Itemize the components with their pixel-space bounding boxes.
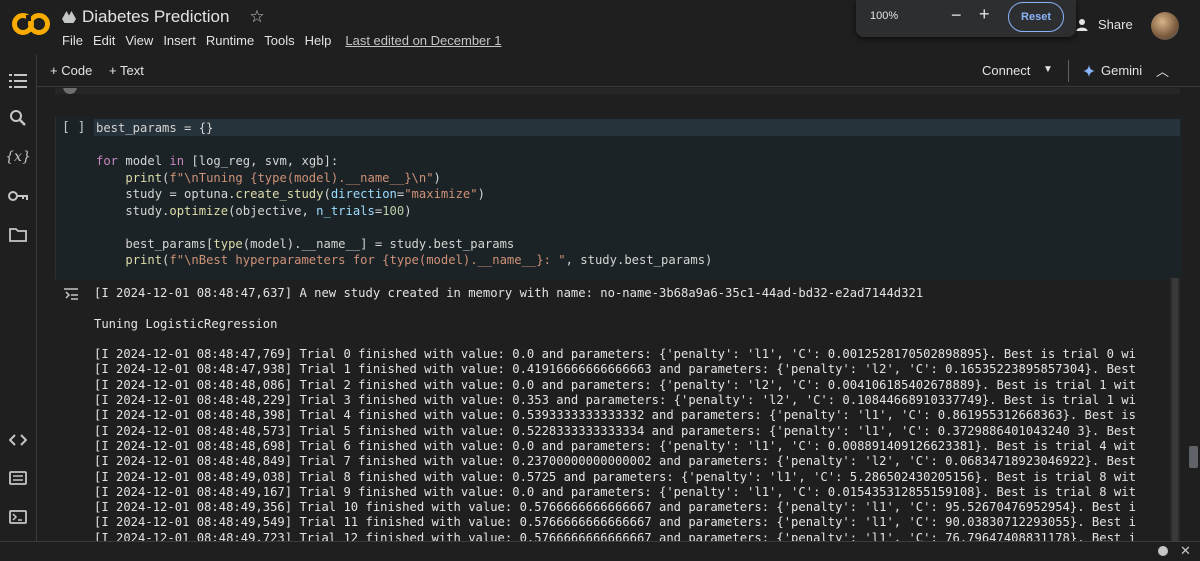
avatar[interactable] <box>1151 12 1179 40</box>
notebook-area: [ ] best_params = {} for model in [log_r… <box>37 88 1200 541</box>
output-line: [I 2024-12-01 08:48:49,167] Trial 9 fini… <box>94 484 1136 499</box>
connect-button[interactable]: Connect <box>982 63 1030 78</box>
chevron-up-icon[interactable]: ︿ <box>1156 61 1169 80</box>
output-line: [I 2024-12-01 08:48:48,086] Trial 2 fini… <box>94 377 1136 392</box>
previous-cell-edge <box>55 88 1180 94</box>
files-folder-icon[interactable] <box>8 225 28 245</box>
zoom-reset-button[interactable]: Reset <box>1008 2 1064 32</box>
add-text-button[interactable]: + Text <box>109 63 144 78</box>
share-button[interactable]: Share <box>1076 17 1133 32</box>
output-line: [I 2024-12-01 08:48:48,849] Trial 7 fini… <box>94 454 1136 469</box>
left-sidebar: {x} <box>0 55 36 561</box>
add-text-label: Text <box>119 63 144 78</box>
add-code-button[interactable]: + Code <box>50 63 92 78</box>
code-line[interactable]: best_params[type(model).__name__] = stud… <box>96 236 712 253</box>
code-snippets-icon[interactable] <box>8 430 28 450</box>
code-line[interactable] <box>96 137 712 154</box>
zoom-level: 100% <box>870 10 899 22</box>
output-line: [I 2024-12-01 08:48:49,038] Trial 8 fini… <box>94 469 1136 484</box>
menubar: File Edit View Insert Runtime Tools Help… <box>62 33 501 48</box>
search-icon[interactable] <box>8 108 28 128</box>
output-line: [I 2024-12-01 08:48:48,573] Trial 5 fini… <box>94 423 1136 438</box>
output-line: [I 2024-12-01 08:48:48,398] Trial 4 fini… <box>94 408 1136 423</box>
status-bar: ✕ <box>0 541 1200 561</box>
code-line[interactable] <box>96 219 712 236</box>
menu-help[interactable]: Help <box>305 33 332 48</box>
menu-edit[interactable]: Edit <box>93 33 115 48</box>
gemini-sparkle-icon <box>1083 64 1095 77</box>
command-palette-icon[interactable] <box>8 468 28 488</box>
plus-icon: + <box>50 63 62 78</box>
code-line[interactable]: best_params = {} <box>96 120 712 137</box>
output-line: [I 2024-12-01 08:48:48,229] Trial 3 fini… <box>94 393 1136 408</box>
output-line: [I 2024-12-01 08:48:49,549] Trial 11 fin… <box>94 515 1136 530</box>
code-line[interactable]: study.optimize(objective, n_trials=100) <box>96 203 712 220</box>
zoom-popup: 100% − + Reset <box>856 0 1076 37</box>
share-label: Share <box>1098 17 1133 32</box>
variables-icon[interactable]: {x} <box>5 147 31 167</box>
menu-view[interactable]: View <box>125 33 153 48</box>
table-of-contents-icon[interactable] <box>8 71 28 91</box>
code-editor[interactable]: best_params = {} for model in [log_reg, … <box>96 120 712 269</box>
zoom-in-button[interactable]: + <box>979 4 990 25</box>
toolbar-separator <box>1068 60 1069 82</box>
notebook-title[interactable]: Diabetes Prediction <box>82 7 229 27</box>
add-code-label: Code <box>61 63 93 78</box>
output-scrollbar[interactable] <box>1170 278 1180 541</box>
secrets-key-icon[interactable] <box>8 186 28 206</box>
notebook-scroll-thumb[interactable] <box>1189 446 1198 468</box>
output-actions-icon[interactable] <box>63 287 79 301</box>
code-line[interactable]: print(f"\nTuning {type(model).__name__}\… <box>96 170 712 187</box>
code-line[interactable]: for model in [log_reg, svm, xgb]: <box>96 153 712 170</box>
output-line: Tuning LogisticRegression <box>94 316 278 331</box>
code-line[interactable]: study = optuna.create_study(direction="m… <box>96 186 712 203</box>
gemini-button[interactable]: Gemini <box>1083 63 1142 78</box>
menu-runtime[interactable]: Runtime <box>206 33 254 48</box>
share-person-icon <box>1076 18 1088 31</box>
plus-icon: + <box>109 63 120 78</box>
output-line: [I 2024-12-01 08:48:48,698] Trial 6 fini… <box>94 438 1136 453</box>
last-edited-link[interactable]: Last edited on December 1 <box>345 33 501 48</box>
output-line: [I 2024-12-01 08:48:47,769] Trial 0 fini… <box>94 347 1136 362</box>
menu-tools[interactable]: Tools <box>264 33 294 48</box>
notebook-toolbar: + Code + Text Connect ▼ Gemini ︿ <box>37 55 1200 87</box>
cell-output: [I 2024-12-01 08:48:47,637] A new study … <box>94 286 1136 541</box>
output-line: [I 2024-12-01 08:48:49,356] Trial 10 fin… <box>94 500 1136 515</box>
notebook-scrollbar[interactable] <box>1187 88 1200 541</box>
output-scroll-thumb[interactable] <box>1172 278 1178 541</box>
connect-dropdown-icon[interactable]: ▼ <box>1043 64 1053 75</box>
gemini-label: Gemini <box>1101 63 1143 78</box>
close-icon[interactable]: ✕ <box>1180 543 1191 559</box>
code-line[interactable]: print(f"\nBest hyperparameters for {type… <box>96 252 712 269</box>
code-cell[interactable]: [ ] best_params = {} for model in [log_r… <box>55 117 1182 279</box>
output-line: [I 2024-12-01 08:48:49,723] Trial 12 fin… <box>94 530 1136 541</box>
terminal-icon[interactable] <box>8 507 28 527</box>
header: Diabetes Prediction ☆ File Edit View Ins… <box>0 0 1200 55</box>
output-line: [I 2024-12-01 08:48:47,938] Trial 1 fini… <box>94 362 1136 377</box>
output-line: [I 2024-12-01 08:48:47,637] A new study … <box>94 286 924 300</box>
cell-run-indicator[interactable]: [ ] <box>62 120 85 135</box>
star-icon[interactable]: ☆ <box>249 7 264 27</box>
colab-logo[interactable] <box>12 10 50 38</box>
zoom-out-button[interactable]: − <box>951 5 962 26</box>
menu-file[interactable]: File <box>62 33 83 48</box>
status-indicator-icon <box>1158 546 1168 556</box>
menu-insert[interactable]: Insert <box>163 33 196 48</box>
drive-icon <box>62 11 76 23</box>
